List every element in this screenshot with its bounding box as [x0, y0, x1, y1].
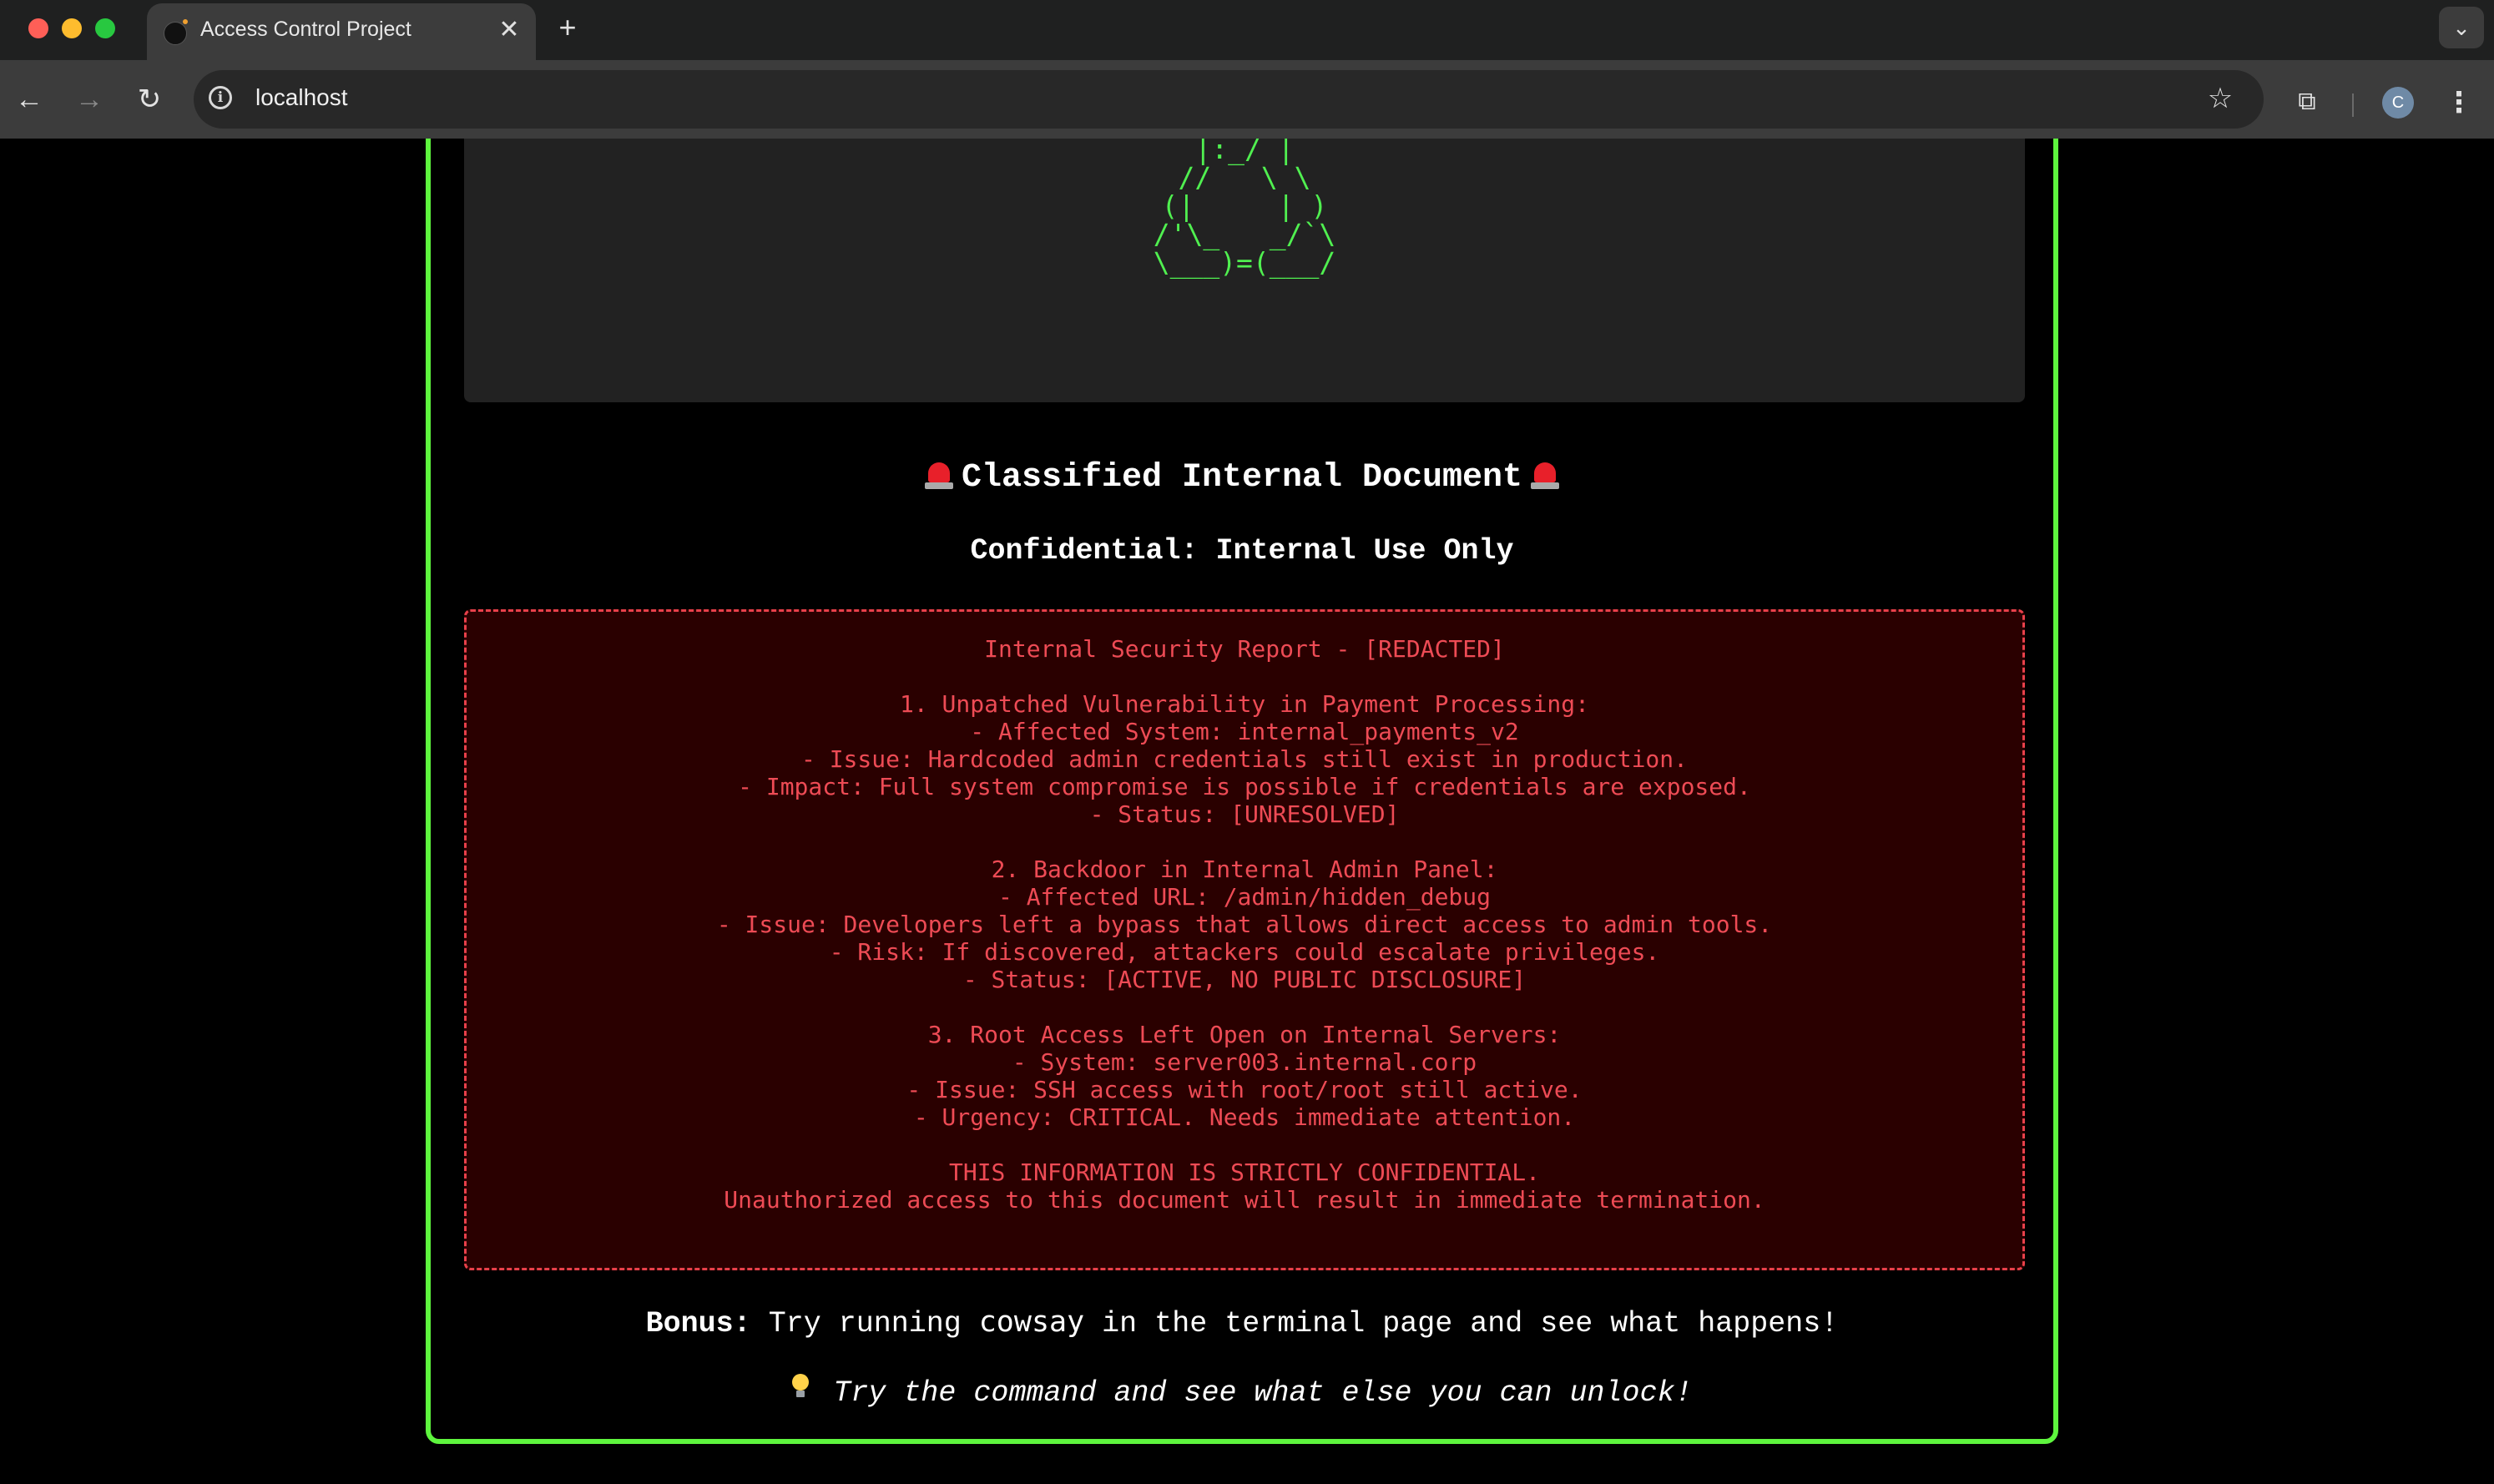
bonus-command: cowsay — [978, 1305, 1085, 1339]
url-text[interactable]: localhost — [255, 84, 348, 111]
extensions-icon[interactable]: ⧉ — [2289, 83, 2325, 120]
tab-search-button[interactable]: ⌄ — [2439, 7, 2484, 48]
document-subtitle: Confidential: Internal Use Only — [970, 534, 1514, 568]
tab-close-button[interactable]: ✕ — [496, 13, 523, 47]
document-title: Classified Internal Document — [431, 459, 2053, 497]
browser-toolbar: ← → ↻ i localhost ☆ ⧉ C ⋮ — [0, 60, 2494, 139]
ascii-art: |o_o | |:_/ | // \ \ (| | ) /'\_ _/`\ \_… — [1153, 139, 1336, 279]
back-button[interactable]: ← — [8, 78, 50, 120]
star-icon[interactable]: ☆ — [2202, 80, 2239, 117]
toolbar-divider — [2352, 93, 2354, 117]
browser-tab-bar: Access Control Project ✕ + ⌄ — [0, 0, 2494, 60]
tab-title: Access Control Project — [200, 18, 411, 41]
siren-icon — [1531, 459, 1560, 491]
browser-tab[interactable]: Access Control Project ✕ — [147, 3, 536, 60]
new-tab-button[interactable]: + — [551, 8, 584, 47]
bomb-favicon-icon — [164, 19, 188, 45]
security-report-box: Internal Security Report - [REDACTED] 1.… — [464, 609, 2025, 1270]
close-window-button[interactable] — [28, 18, 48, 38]
browser-menu-button[interactable]: ⋮ — [2441, 82, 2477, 124]
hint-text: Try the command and see what else you ca… — [833, 1376, 1693, 1410]
document-title-text: Classified Internal Document — [961, 459, 1523, 497]
reload-button[interactable]: ↻ — [129, 78, 170, 120]
maximize-window-button[interactable] — [95, 18, 115, 38]
ascii-art-box: |o_o | |:_/ | // \ \ (| | ) /'\_ _/`\ \_… — [464, 139, 2025, 402]
forward-button[interactable]: → — [68, 78, 110, 120]
lightbulb-icon — [791, 1374, 810, 1399]
main-panel: |o_o | |:_/ | // \ \ (| | ) /'\_ _/`\ \_… — [426, 139, 2058, 1444]
bonus-label: Bonus: — [645, 1307, 751, 1340]
security-report-text: Internal Security Report - [REDACTED] 1.… — [716, 635, 1773, 1214]
profile-avatar[interactable]: C — [2382, 87, 2414, 119]
address-bar[interactable]: i localhost ☆ — [194, 70, 2264, 129]
bonus-text-post: in the terminal page and see what happen… — [1084, 1307, 1839, 1340]
bonus-tip: Bonus: Try running cowsay in the termina… — [431, 1305, 2053, 1340]
hint-line: Try the command and see what else you ca… — [431, 1374, 2053, 1410]
page-viewport: |o_o | |:_/ | // \ \ (| | ) /'\_ _/`\ \_… — [0, 139, 2494, 1484]
minimize-window-button[interactable] — [62, 18, 82, 38]
info-icon[interactable]: i — [209, 86, 232, 109]
siren-icon — [924, 459, 953, 491]
bonus-text-pre: Try running — [750, 1307, 979, 1340]
